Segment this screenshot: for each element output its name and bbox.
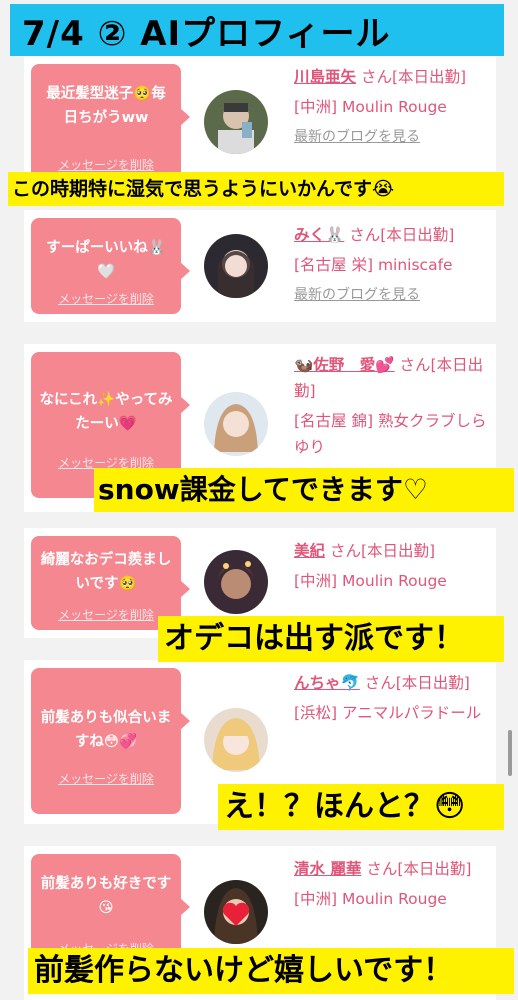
message-text: 前髪ありも好きです😘	[40, 876, 172, 916]
latest-blog-link[interactable]: 最新のブログを見る	[294, 124, 494, 150]
message-text: なにこれ✨やってみたーい💗	[39, 392, 173, 432]
caption-overlay: オデコは出す派です！	[158, 616, 504, 662]
profile-info: 🦦佐野 愛💕 さん[本日出勤] [名古屋 錦] 熟女クラブしらゆり	[294, 352, 494, 460]
caption-overlay: snow課金してできます♡	[94, 468, 514, 512]
profile-name-link[interactable]: みく🐰	[294, 226, 344, 244]
message-text: すーぱーいいね🐰🤍	[46, 240, 166, 280]
avatar[interactable]	[204, 550, 268, 614]
attendance-status: さん[本日出勤]	[366, 860, 472, 878]
profile-name-link[interactable]: 🦦佐野 愛💕	[294, 356, 395, 374]
avatar[interactable]	[204, 880, 268, 944]
attendance-status: さん[本日出勤]	[329, 542, 436, 560]
profile-name-link[interactable]: 美紀	[294, 542, 325, 560]
message-card: すーぱーいいね🐰🤍 メッセージを削除 みく🐰 さん[本日出勤] [名古屋 栄] …	[24, 210, 496, 322]
profile-info: 川島亜矢 さん[本日出勤] [中洲] Moulin Rouge 最新のブログを見…	[294, 64, 494, 150]
attendance-status: さん[本日出勤]	[364, 674, 470, 692]
profile-info: みく🐰 さん[本日出勤] [名古屋 栄] miniscafe 最新のブログを見る	[294, 222, 494, 308]
avatar[interactable]	[204, 90, 268, 154]
shop-name: [中洲] Moulin Rouge	[294, 572, 447, 590]
profile-info: んちゃ🐬 さん[本日出勤] [浜松] アニマルパラドール	[294, 670, 494, 726]
message-text: 綺麗なおデコ羨ましいです🥺	[40, 552, 172, 592]
profile-info: 清水 麗華 さん[本日出勤] [中洲] Moulin Rouge	[294, 856, 494, 912]
message-text: 最近髪型迷子🥺毎日ちがうww	[46, 86, 166, 126]
delete-message-link[interactable]: メッセージを削除	[31, 770, 181, 787]
message-bubble: すーぱーいいね🐰🤍 メッセージを削除	[31, 218, 190, 314]
shop-name: [名古屋 錦] 熟女クラブしらゆり	[294, 412, 487, 456]
latest-blog-link[interactable]: 最新のブログを見る	[294, 282, 494, 308]
delete-message-link[interactable]: メッセージを削除	[31, 156, 181, 173]
avatar[interactable]	[204, 234, 268, 298]
avatar[interactable]	[204, 392, 268, 456]
shop-name: [名古屋 栄] miniscafe	[294, 256, 453, 274]
delete-message-link[interactable]: メッセージを削除	[31, 290, 181, 307]
message-bubble: 最近髪型迷子🥺毎日ちがうww メッセージを削除	[31, 64, 190, 182]
caption-overlay: この時期特に湿気で思うようにいかんです😭	[8, 172, 504, 206]
shop-name: [中洲] Moulin Rouge	[294, 890, 447, 908]
profile-name-link[interactable]: 川島亜矢	[294, 68, 356, 86]
shop-name: [中洲] Moulin Rouge	[294, 98, 447, 116]
caption-overlay: 前髪作らないけど嬉しいです！	[28, 948, 514, 994]
page-title: 7/4 ② AIプロフィール	[10, 4, 504, 56]
profile-name-link[interactable]: んちゃ🐬	[294, 674, 360, 692]
message-bubble: 前髪ありも似合いますね😳💞 メッセージを削除	[31, 668, 190, 814]
message-text: 前髪ありも似合いますね😳💞	[40, 710, 172, 750]
attendance-status: さん[本日出勤]	[349, 226, 455, 244]
profile-name-link[interactable]: 清水 麗華	[294, 860, 361, 878]
scrollbar-thumb[interactable]	[508, 730, 512, 776]
profile-info: 美紀 さん[本日出勤] [中洲] Moulin Rouge	[294, 538, 494, 594]
avatar[interactable]	[204, 708, 268, 772]
caption-overlay: え！？ほんと？😳	[218, 784, 504, 830]
shop-name: [浜松] アニマルパラドール	[294, 704, 482, 722]
attendance-status: さん[本日出勤]	[360, 68, 467, 86]
